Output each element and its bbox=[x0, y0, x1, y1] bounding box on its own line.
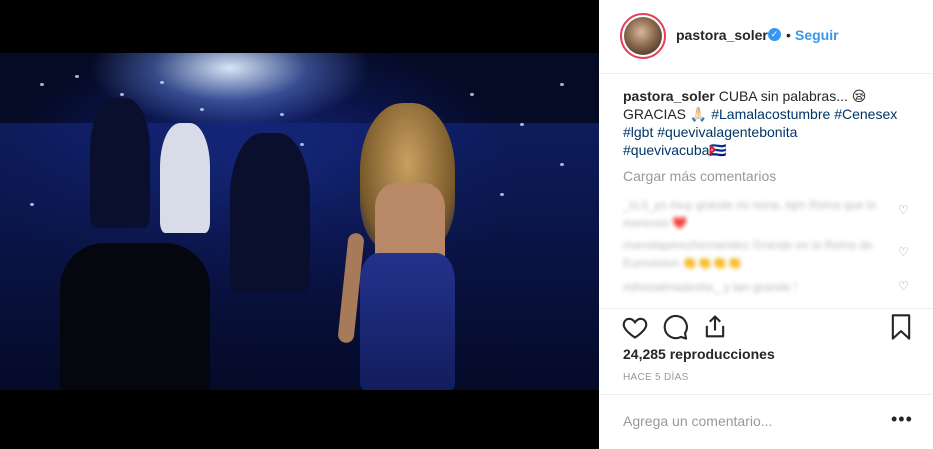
post-media[interactable] bbox=[0, 0, 599, 449]
separator-dot: • bbox=[786, 27, 791, 43]
crowd-person bbox=[90, 98, 150, 228]
caption-username[interactable]: pastora_soler bbox=[623, 88, 715, 104]
view-count[interactable]: 24,285 reproducciones bbox=[623, 346, 775, 362]
post-actions-bar bbox=[599, 308, 933, 344]
username-link[interactable]: pastora_soler bbox=[676, 27, 768, 43]
hashtag-link[interactable]: #quevivacuba🇨🇺 bbox=[623, 142, 727, 158]
comment-icon[interactable] bbox=[661, 313, 689, 341]
crowd-person bbox=[230, 133, 310, 293]
share-icon[interactable] bbox=[701, 313, 729, 341]
load-more-comments-button[interactable]: Cargar más comentarios bbox=[623, 168, 776, 184]
hashtag-link[interactable]: #Lamalacostumbre bbox=[711, 106, 830, 122]
post-sidebar: pastora_soler ✓ • Seguir pastora_soler C… bbox=[599, 0, 933, 449]
comment-like-heart-icon[interactable]: ♡ bbox=[898, 279, 909, 293]
post-caption: pastora_soler CUBA sin palabras... 😪 GRA… bbox=[623, 87, 913, 159]
avatar[interactable] bbox=[620, 13, 666, 59]
caption-text: CUBA sin palabras... 😪 bbox=[714, 88, 867, 104]
singer-dress bbox=[360, 253, 455, 390]
hashtag-link[interactable]: #quevivalagentebonita bbox=[657, 124, 797, 140]
caption-text: GRACIAS 🙏🏻 bbox=[623, 106, 712, 122]
post-timestamp[interactable]: Hace 5 días bbox=[623, 372, 689, 383]
comment-like-heart-icon[interactable]: ♡ bbox=[898, 203, 909, 217]
comment-item: _lo.li_ys muy grande mi reina, tqm Reina… bbox=[623, 198, 877, 230]
more-options-icon[interactable]: ••• bbox=[891, 409, 913, 430]
singer-back bbox=[375, 183, 445, 263]
bookmark-icon[interactable] bbox=[887, 313, 915, 341]
post-header: pastora_soler ✓ • Seguir bbox=[599, 0, 933, 74]
heart-icon[interactable] bbox=[621, 313, 649, 341]
comment-like-heart-icon[interactable]: ♡ bbox=[898, 245, 909, 259]
verified-badge-icon: ✓ bbox=[768, 28, 781, 41]
comment-item: mihosalmadeshe_ y tan grande ! bbox=[623, 280, 798, 294]
video-player[interactable] bbox=[0, 53, 599, 390]
add-comment-section: ••• bbox=[599, 394, 933, 449]
follow-button[interactable]: Seguir bbox=[795, 27, 839, 43]
comment-item: manolaperezhernandez Grande es la Reina … bbox=[623, 238, 873, 270]
crowd-person bbox=[160, 123, 210, 233]
hashtag-link[interactable]: #lgbt bbox=[623, 124, 653, 140]
hashtag-link[interactable]: #Cenesex bbox=[834, 106, 897, 122]
camera-operator bbox=[60, 243, 210, 390]
comment-input[interactable] bbox=[623, 413, 883, 429]
avatar-image bbox=[624, 17, 662, 55]
